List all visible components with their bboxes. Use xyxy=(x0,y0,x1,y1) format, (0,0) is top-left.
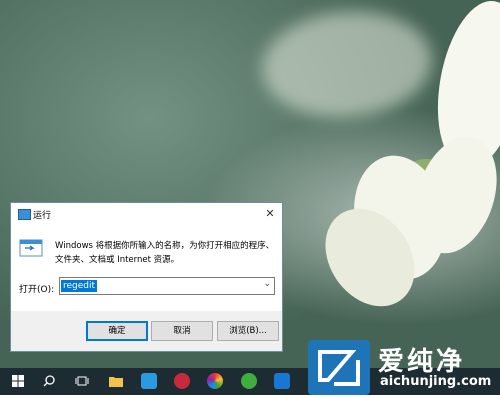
close-button[interactable]: ✕ xyxy=(258,203,282,225)
file-explorer-icon[interactable] xyxy=(100,368,132,395)
watermark-logo xyxy=(308,340,370,395)
dialog-footer: 确定 取消 浏览(B)... xyxy=(11,311,282,351)
run-dialog: 运行 ✕ Windows 将根据你所输入的名称，为你打开相应的程序、文件夹、文档… xyxy=(10,202,283,352)
ok-button[interactable]: 确定 xyxy=(86,321,148,341)
store-icon[interactable] xyxy=(133,368,165,395)
app-green-icon[interactable] xyxy=(233,368,265,395)
run-command-input[interactable]: regedit ⌄ xyxy=(59,277,275,295)
watermark-title: 爱纯净 xyxy=(378,347,466,377)
app-colorful-icon[interactable] xyxy=(199,368,231,395)
logo-mark-icon xyxy=(318,350,360,386)
browse-button[interactable]: 浏览(B)... xyxy=(217,321,279,341)
task-view-icon[interactable] xyxy=(66,368,98,395)
blurred-flower xyxy=(257,4,437,125)
run-app-icon xyxy=(18,209,31,220)
open-label: 打开(O): xyxy=(19,285,55,295)
run-window-icon xyxy=(19,239,43,257)
dialog-titlebar[interactable]: 运行 ✕ xyxy=(11,203,282,225)
cancel-button[interactable]: 取消 xyxy=(151,321,213,341)
watermark-url: aichunjing.com xyxy=(380,374,492,389)
chevron-down-icon[interactable]: ⌄ xyxy=(263,279,271,289)
windows-start-icon[interactable] xyxy=(2,368,34,395)
app-red-icon[interactable] xyxy=(166,368,198,395)
search-icon[interactable] xyxy=(33,368,65,395)
app-blue-icon[interactable] xyxy=(266,368,298,395)
dialog-description: Windows 将根据你所输入的名称，为你打开相应的程序、文件夹、文档或 Int… xyxy=(55,241,275,265)
dialog-title: 运行 xyxy=(33,211,52,221)
run-command-value[interactable]: regedit xyxy=(61,280,98,292)
